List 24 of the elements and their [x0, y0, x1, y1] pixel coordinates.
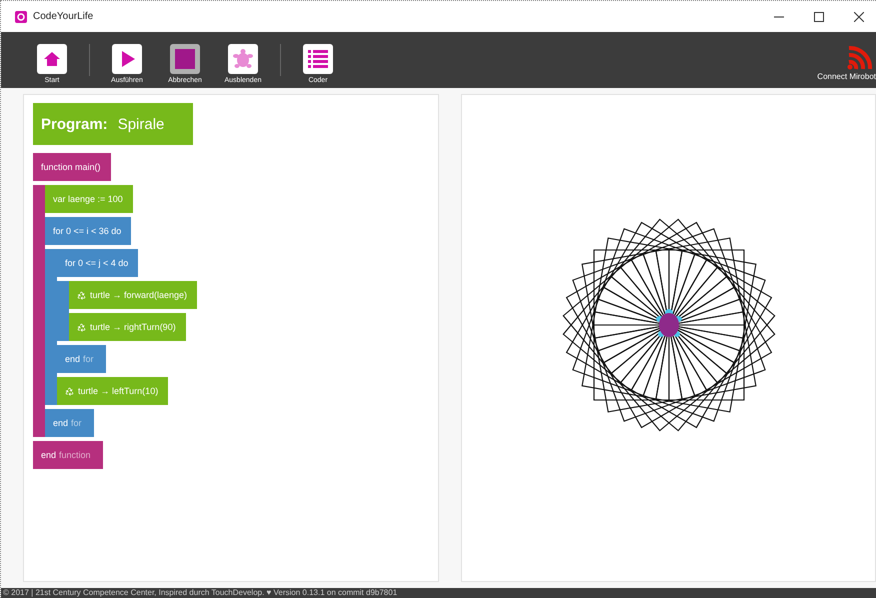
end-label: for [83, 354, 94, 364]
end-keyword: end [41, 450, 56, 460]
code-block[interactable]: for 0 <= j < 4 do [57, 249, 138, 277]
list-icon [308, 50, 328, 68]
window-title: CodeYourLife [33, 11, 94, 22]
home-icon [43, 51, 61, 67]
end-block[interactable]: end function [33, 441, 103, 469]
app-logo-icon [15, 10, 27, 22]
connect-button[interactable]: Connect Mirobot [817, 42, 876, 81]
code-block[interactable]: for 0 <= i < 36 do [45, 217, 132, 245]
end-keyword: end [65, 354, 80, 364]
program-header: Program: Spirale [33, 103, 193, 145]
recycle-icon [77, 322, 86, 332]
end-label: function [59, 450, 91, 460]
end-keyword: end [53, 418, 68, 428]
recycle-icon [65, 386, 74, 396]
footer-text: © 2017 | 21st Century Competence Center, Inspired durch TouchDevelop. ♥ Version 0.13.1 on commit d9b7801 [1, 588, 876, 598]
turtle-icon [232, 48, 254, 70]
stop-icon [175, 49, 195, 69]
code-block[interactable]: function main() [33, 153, 111, 181]
end-label: for [71, 418, 82, 428]
end-block[interactable]: end for [45, 409, 94, 437]
end-block[interactable]: end for [57, 345, 106, 373]
recycle-icon [77, 290, 86, 300]
